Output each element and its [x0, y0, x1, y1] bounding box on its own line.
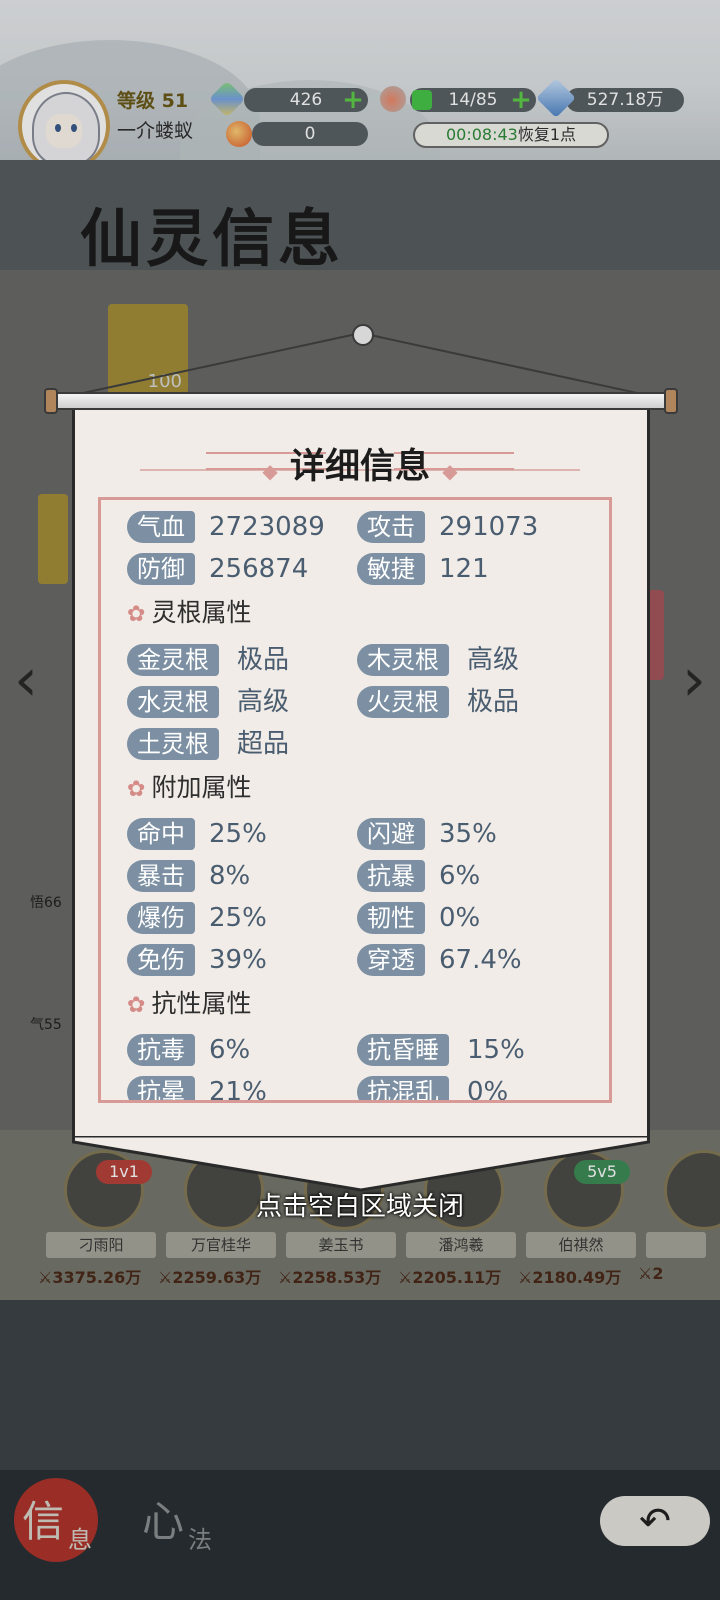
rod-cap-right	[664, 388, 678, 414]
stat-label-poison-resist: 抗毒	[127, 1034, 195, 1066]
section-additional-attributes: ✿ 附加属性	[127, 773, 252, 802]
stat-label-earth-root: 土灵根	[127, 728, 219, 760]
flower-icon: ✿	[127, 777, 146, 802]
rod-cap-left	[44, 388, 58, 414]
stat-value-wood-root: 高级	[467, 645, 520, 675]
stat-value-damage-reduction: 39%	[209, 945, 267, 975]
stat-value-crit-resist: 6%	[439, 861, 481, 891]
detail-title-text: 详细信息	[289, 447, 430, 487]
stat-value-stun-resist: 21%	[209, 1077, 267, 1103]
stat-label-toughness: 韧性	[357, 902, 425, 934]
stat-label-defense: 防御	[127, 553, 195, 585]
detail-title: ◆ 详细信息 ◆	[0, 438, 720, 489]
flower-icon: ✿	[127, 602, 146, 627]
stat-label-penetration: 穿透	[357, 944, 425, 976]
stat-value-water-root: 高级	[237, 687, 290, 717]
hanger-knob	[352, 324, 374, 346]
hanging-string	[59, 332, 661, 399]
stat-value-penetration: 67.4%	[439, 945, 522, 975]
stat-label-fire-root: 火灵根	[357, 686, 449, 718]
scroll-rod	[50, 392, 672, 410]
flower-icon: ✿	[127, 993, 146, 1018]
stat-value-sleep-resist: 15%	[467, 1035, 525, 1065]
stat-value-poison-resist: 6%	[209, 1035, 251, 1065]
stat-value-metal-root: 极品	[237, 645, 290, 675]
stat-value-hp: 2723089	[209, 512, 325, 542]
stat-label-agility: 敏捷	[357, 553, 425, 585]
stat-label-attack: 攻击	[357, 511, 425, 543]
stat-label-crit-resist: 抗暴	[357, 860, 425, 892]
stat-label-metal-root: 金灵根	[127, 644, 219, 676]
stat-value-attack: 291073	[439, 512, 539, 542]
stats-list[interactable]: 气血 2723089 攻击 291073 防御 256874 敏捷 121 ✿ 灵…	[98, 497, 612, 1103]
stat-value-crit-damage: 25%	[209, 903, 267, 933]
stat-label-crit: 暴击	[127, 860, 195, 892]
stat-label-hit: 命中	[127, 818, 195, 850]
stat-label-confusion-resist: 抗混乱	[357, 1076, 449, 1100]
stat-label-hp: 气血	[127, 511, 195, 543]
stat-label-water-root: 水灵根	[127, 686, 219, 718]
diamond-icon: ◆	[262, 459, 278, 483]
stat-label-wood-root: 木灵根	[357, 644, 449, 676]
stat-value-hit: 25%	[209, 819, 267, 849]
stat-label-stun-resist: 抗晕	[127, 1076, 195, 1100]
stat-label-crit-damage: 爆伤	[127, 902, 195, 934]
stat-value-agility: 121	[439, 554, 489, 584]
close-hint: 点击空白区域关闭	[255, 1192, 464, 1222]
stat-label-sleep-resist: 抗昏睡	[357, 1034, 449, 1066]
stat-value-toughness: 0%	[439, 903, 481, 933]
stat-value-confusion-resist: 0%	[467, 1077, 509, 1103]
stat-value-fire-root: 极品	[467, 687, 520, 717]
diamond-icon: ◆	[442, 459, 458, 483]
section-resistance-attributes: ✿ 抗性属性	[127, 989, 252, 1018]
stat-value-crit: 8%	[209, 861, 251, 891]
section-spirit-root: ✿ 灵根属性	[127, 598, 252, 627]
stat-label-damage-reduction: 免伤	[127, 944, 195, 976]
stat-label-dodge: 闪避	[357, 818, 425, 850]
stat-value-defense: 256874	[209, 554, 309, 584]
stat-value-earth-root: 超品	[237, 729, 290, 759]
stat-value-dodge: 35%	[439, 819, 497, 849]
